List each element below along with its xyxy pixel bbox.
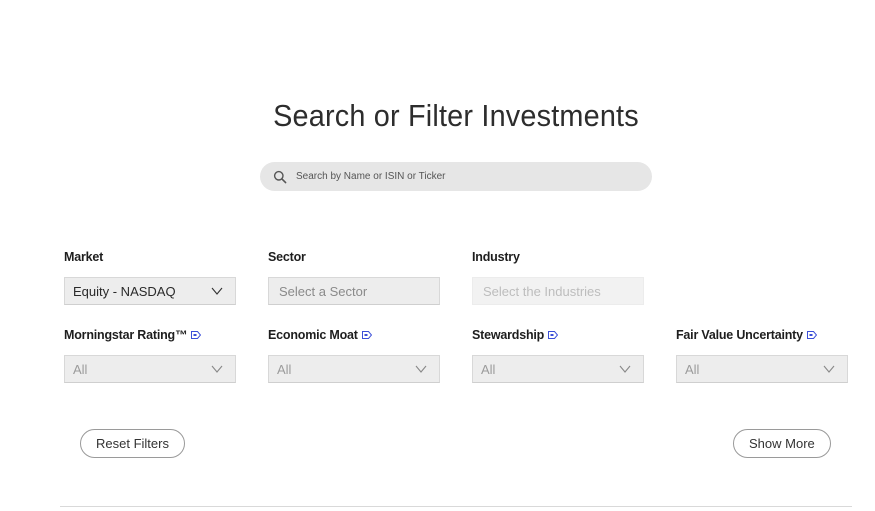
market-value: Equity - NASDAQ [73,283,176,299]
sector-label: Sector [268,250,306,264]
moat-value: All [277,361,292,377]
sector-select[interactable]: Select a Sector [268,277,440,305]
chevron-down-icon [211,365,223,373]
show-more-button[interactable]: Show More [733,429,831,458]
uncertainty-select[interactable]: All [676,355,848,383]
rating-select[interactable]: All [64,355,236,383]
search-input[interactable] [296,171,626,182]
market-label: Market [64,250,104,264]
chevron-down-icon [211,287,223,295]
reset-filters-button[interactable]: Reset Filters [80,429,185,458]
rating-filter: Morningstar Rating™ All [64,327,236,383]
market-filter: Market Equity - NASDAQ [64,249,236,305]
info-tag-icon[interactable] [191,331,202,339]
info-tag-icon[interactable] [548,331,559,339]
search-icon [273,170,287,183]
info-tag-icon[interactable] [361,331,372,339]
market-select[interactable]: Equity - NASDAQ [64,277,236,305]
moat-label: Economic Moat [268,328,358,342]
industry-value: Select the Industries [483,283,601,299]
uncertainty-label: Fair Value Uncertainty [676,328,803,342]
moat-select[interactable]: All [268,355,440,383]
industry-label: Industry [472,250,520,264]
chevron-down-icon [415,365,427,373]
industry-filter: Industry Select the Industries [472,249,644,305]
uncertainty-value: All [685,361,700,377]
stewardship-value: All [481,361,496,377]
stewardship-select[interactable]: All [472,355,644,383]
stewardship-filter: Stewardship All [472,327,644,383]
moat-filter: Economic Moat All [268,327,440,383]
industry-select[interactable]: Select the Industries [472,277,644,305]
chevron-down-icon [823,365,835,373]
chevron-down-icon [619,365,631,373]
sector-value: Select a Sector [279,283,368,299]
page-title: Search or Filter Investments [273,98,639,133]
rating-label: Morningstar Rating™ [64,328,188,342]
search-bar[interactable] [260,162,652,191]
stewardship-label: Stewardship [472,328,545,342]
uncertainty-filter: Fair Value Uncertainty All [676,327,848,383]
rating-value: All [73,361,88,377]
sector-filter: Sector Select a Sector [268,249,440,305]
info-tag-icon[interactable] [806,331,817,339]
divider [60,506,852,507]
